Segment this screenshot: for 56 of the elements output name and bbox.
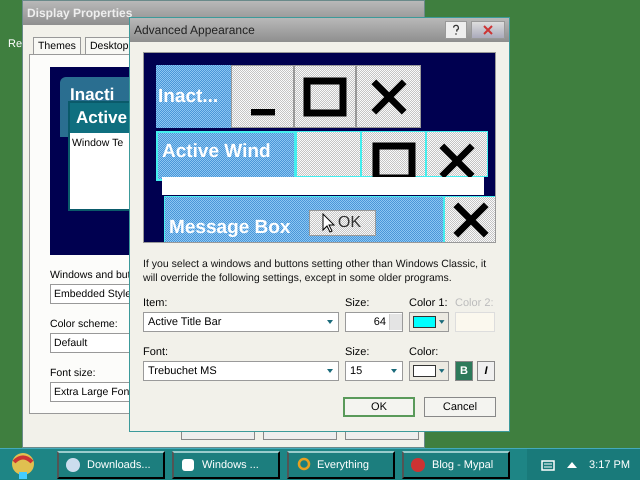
window-title: Advanced Appearance	[134, 23, 256, 37]
window-title: Active	[76, 108, 128, 128]
dropdown-arrow-icon[interactable]	[326, 318, 334, 326]
color-picker[interactable]	[409, 361, 449, 381]
dialog-button[interactable]: OK	[343, 397, 415, 417]
app-icon	[65, 457, 81, 473]
item-dropdown[interactable]: Active Title Bar	[143, 312, 339, 332]
field-label: Item:	[143, 297, 168, 309]
app-icon	[180, 457, 196, 473]
window-text: Window Te	[72, 137, 124, 149]
window-title: Message Box	[169, 217, 290, 239]
window-title: Inact...	[158, 86, 218, 108]
taskbar-button[interactable]: Windows ...	[172, 451, 280, 479]
dialog-button[interactable]: Cancel	[424, 397, 496, 417]
cursor-icon	[322, 213, 336, 233]
window-title: Display Properties	[27, 6, 134, 20]
style-toggle[interactable]: B	[455, 361, 473, 381]
close-icon	[438, 142, 476, 180]
field-label: Size:	[345, 346, 370, 358]
up-arrow-icon[interactable]	[567, 461, 578, 469]
maximize-button[interactable]	[294, 65, 356, 128]
close-icon	[483, 25, 493, 35]
close-button[interactable]	[356, 65, 421, 128]
taskbar-button[interactable]: Blog - Mypal	[402, 451, 510, 479]
maximize-icon	[303, 76, 347, 116]
window-title: Inacti	[70, 85, 114, 104]
field-label: Color:	[409, 346, 440, 358]
app-icon	[410, 457, 426, 473]
keyboard-icon[interactable]	[541, 459, 556, 471]
taskbar-button[interactable]: Downloads...	[57, 451, 165, 479]
preview-button[interactable]: OK	[309, 210, 376, 236]
tab[interactable]: Themes	[33, 37, 81, 54]
taskbar-button[interactable]: Everything	[287, 451, 395, 479]
close-icon	[452, 201, 490, 239]
dropdown-arrow-icon[interactable]	[390, 367, 398, 375]
field-label: Color scheme:	[50, 318, 118, 330]
color-picker[interactable]	[409, 312, 449, 332]
dropdown-arrow-icon[interactable]	[438, 367, 445, 375]
field-label: Font:	[143, 346, 170, 358]
size-spinner[interactable]: 64	[345, 312, 403, 332]
field-label: Color 1:	[409, 297, 449, 309]
size-dropdown[interactable]: 15	[345, 361, 403, 381]
field-label: Font size:	[50, 367, 96, 379]
info-text: If you select a windows and buttons setting other than Windows Classic, it will override the following settings, except in some older programs.	[143, 257, 488, 285]
help-icon	[452, 24, 460, 36]
desktop-icon-label: Re	[8, 38, 22, 50]
dropdown-arrow-icon[interactable]	[438, 318, 445, 326]
dropdown-arrow-icon[interactable]	[326, 367, 334, 375]
font-dropdown[interactable]: Trebuchet MS	[143, 361, 339, 381]
help-button[interactable]	[445, 21, 467, 39]
app-icon	[295, 457, 311, 473]
style-toggle[interactable]: I	[477, 361, 495, 381]
close-icon	[370, 78, 408, 116]
clock: 3:17 PM	[589, 459, 630, 471]
minimize-button[interactable]	[231, 65, 294, 128]
field-label: Size:	[345, 297, 370, 309]
